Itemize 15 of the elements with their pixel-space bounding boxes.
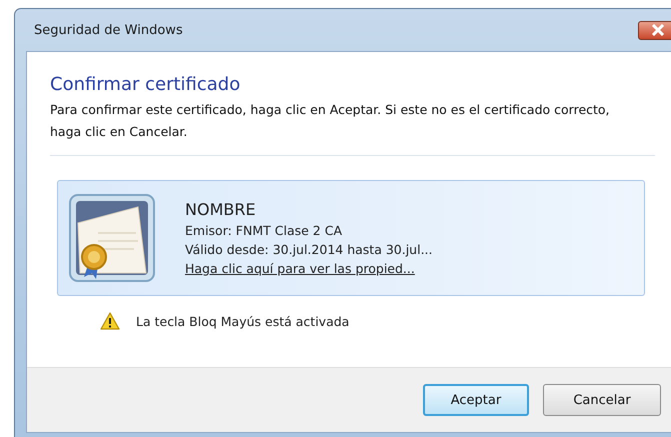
issuer-text: Emisor: FNMT Clase 2 CA: [185, 223, 343, 238]
validity-text: Válido desde: 30.jul.2014 hasta 30.jul...: [185, 242, 432, 257]
warning-icon: [100, 312, 120, 330]
certificate-name: NOMBRE: [185, 200, 257, 219]
window-title: Seguridad de Windows: [34, 22, 183, 38]
certificate-card[interactable]: NOMBRE Emisor: FNMT Clase 2 CA Válido desde: 30.jul.2014 hasta 30.jul... Haga clic aquí para ver las propied...: [57, 180, 645, 296]
properties-link[interactable]: Haga clic aquí para ver las propied...: [185, 261, 432, 276]
dialog-heading: Confirmar certificado: [50, 74, 242, 95]
close-icon: [651, 24, 665, 36]
warning-text: La tecla Bloq Mayús está activada: [136, 314, 350, 328]
dialog-button[interactable]: Cancelar: [543, 384, 661, 416]
instructions-text: Para confirmar este certificado, haga clic en Aceptar. Si este no es el certificado correcto, haga clic en Cancelar.: [50, 101, 610, 141]
certificate-icon: [68, 193, 156, 283]
dialog-button[interactable]: Aceptar: [423, 384, 529, 416]
close-button[interactable]: [638, 20, 671, 40]
